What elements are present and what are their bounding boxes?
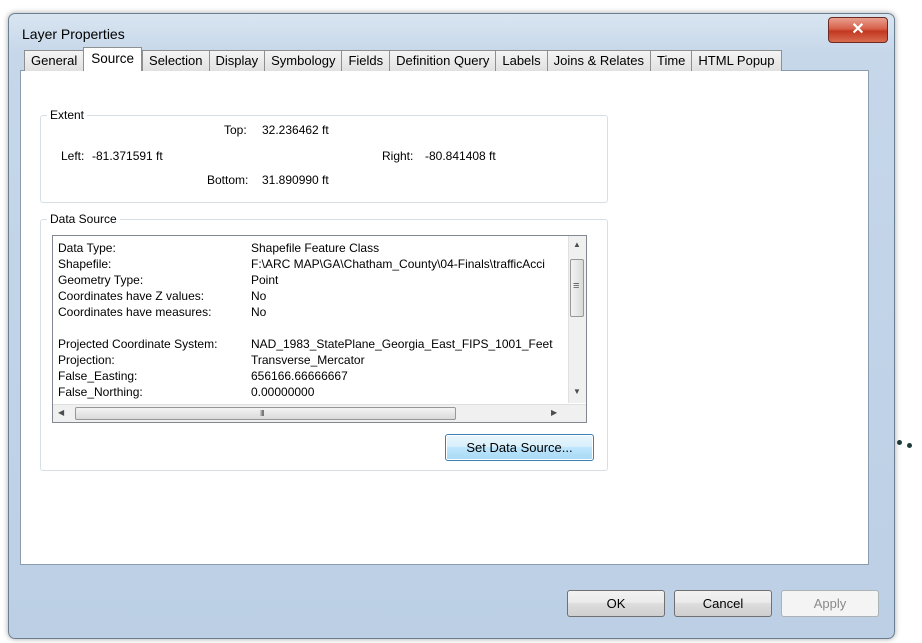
property-value: NAD_1983_StatePlane_Georgia_East_FIPS_10…: [251, 337, 553, 351]
list-item: Coordinates have measures: No: [58, 305, 266, 319]
extent-left-label: Left:: [61, 149, 85, 163]
property-key: False_Easting:: [58, 369, 138, 383]
property-value: No: [251, 289, 267, 303]
list-item: False_Easting: 656166.66666667: [58, 369, 348, 383]
apply-button[interactable]: Apply: [781, 590, 879, 617]
data-source-info-list[interactable]: False_Northing: 0.00000000 False_Easting: 6…: [52, 235, 587, 423]
tab-labels[interactable]: Labels: [495, 50, 547, 71]
extent-bottom-value: 31.890990 ft: [262, 173, 329, 187]
list-item: Coordinates have Z values: No: [58, 289, 266, 303]
list-item: Geometry Type: Point: [58, 273, 278, 287]
list-item: Data Type: Shapefile Feature Class: [58, 241, 379, 255]
list-item: False_Northing: 0.00000000: [58, 385, 314, 399]
set-data-source-button[interactable]: Set Data Source...: [445, 434, 594, 461]
tab-html-popup[interactable]: HTML Popup: [691, 50, 782, 71]
property-value: Shapefile Feature Class: [251, 241, 380, 255]
ok-button[interactable]: OK: [567, 590, 665, 617]
vertical-scroll-thumb[interactable]: ≡: [570, 259, 584, 317]
data-source-group-label: Data Source: [47, 212, 120, 226]
scroll-grip-icon: III: [260, 409, 265, 418]
close-button[interactable]: ✕: [828, 17, 888, 43]
property-key: Geometry Type:: [58, 273, 144, 287]
horizontal-scroll-thumb[interactable]: III: [75, 407, 456, 420]
window-title: Layer Properties: [22, 26, 125, 42]
tab-symbology[interactable]: Symbology: [264, 50, 342, 71]
extent-bottom-label: Bottom:: [207, 173, 249, 187]
list-item: Projection: Transverse_Mercator: [58, 353, 365, 367]
tab-definition-query[interactable]: Definition Query: [389, 50, 496, 71]
extent-top-value: 32.236462 ft: [262, 123, 329, 137]
property-key: Projected Coordinate System:: [58, 337, 218, 351]
tab-source[interactable]: Source: [83, 47, 143, 71]
property-value: Point: [251, 273, 279, 287]
extent-right-value: -80.841408 ft: [425, 149, 496, 163]
list-item: Shapefile: F:\ARC MAP\GA\Chatham_County\0…: [58, 257, 545, 271]
extent-group-label: Extent: [47, 108, 88, 122]
scroll-left-icon[interactable]: ◀: [58, 408, 64, 417]
property-value: Transverse_Mercator: [251, 353, 365, 367]
property-value: 0.00000000: [251, 385, 315, 399]
tab-general[interactable]: General: [24, 50, 84, 71]
vertical-scrollbar[interactable]: ▲ ≡ ▼: [568, 236, 586, 403]
property-key: Projection:: [58, 353, 115, 367]
property-value: No: [251, 305, 267, 319]
list-item: Projected Coordinate System: NAD_1983_Sta…: [58, 337, 553, 351]
tab-time[interactable]: Time: [650, 50, 692, 71]
cancel-button[interactable]: Cancel: [674, 590, 772, 617]
desktop-dot: [907, 443, 912, 448]
property-key: False_Northing:: [58, 385, 143, 399]
tab-joins-relates[interactable]: Joins & Relates: [546, 50, 650, 71]
property-key: Coordinates have measures:: [58, 305, 212, 319]
extent-left-value: -81.371591 ft: [92, 149, 163, 163]
tab-strip: General Source Selection Display Symbology Fi…: [24, 47, 782, 71]
scroll-up-icon[interactable]: ▲: [573, 240, 581, 249]
property-key: Coordinates have Z values:: [58, 289, 205, 303]
property-key: Shapefile:: [58, 257, 112, 271]
extent-right-label: Right:: [382, 149, 414, 163]
desktop-dot: [897, 440, 902, 445]
tab-fields[interactable]: Fields: [341, 50, 390, 71]
scroll-down-icon[interactable]: ▼: [573, 387, 581, 396]
close-icon: ✕: [851, 21, 865, 38]
horizontal-scrollbar[interactable]: ◀ III ▶: [53, 404, 586, 422]
extent-top-label: Top:: [224, 123, 247, 137]
property-value: 656166.66666667: [251, 369, 348, 383]
property-value: F:\ARC MAP\GA\Chatham_County\04-Finals\t…: [251, 257, 545, 271]
scroll-grip-icon: ≡: [573, 280, 580, 292]
tab-selection[interactable]: Selection: [142, 50, 209, 71]
scroll-right-icon[interactable]: ▶: [551, 408, 557, 417]
tab-display[interactable]: Display: [208, 50, 265, 71]
property-key: Data Type:: [58, 241, 116, 255]
